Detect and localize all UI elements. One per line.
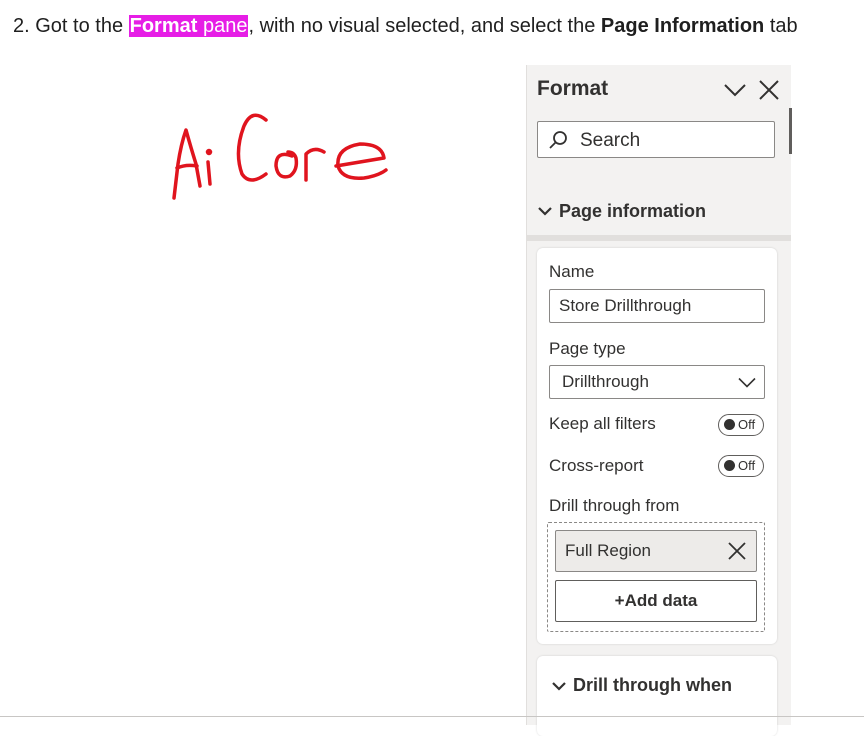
section2-label: Drill through when xyxy=(573,675,732,695)
name-value: Store Drillthrough xyxy=(559,296,692,315)
divider xyxy=(527,235,791,241)
section-drill-through-when[interactable]: Drill through when xyxy=(551,675,732,696)
format-pane-highlight: Format pane xyxy=(128,15,249,37)
instruction-suffix: tab xyxy=(764,15,798,37)
add-data-button[interactable]: +Add data xyxy=(555,580,757,622)
highlight-bold: Format xyxy=(129,15,198,37)
toggle-knob xyxy=(724,419,735,430)
instruction-text: 2. Got to the Format pane, with no visua… xyxy=(13,14,798,38)
name-field[interactable]: Store Drillthrough xyxy=(549,289,765,323)
scrollbar[interactable] xyxy=(789,108,792,154)
cross-report-state: Off xyxy=(738,458,756,473)
remove-field-icon[interactable] xyxy=(728,542,746,560)
add-data-label: +Add data xyxy=(614,591,698,610)
page-type-value: Drillthrough xyxy=(562,372,649,391)
pane-title: Format xyxy=(537,77,609,100)
bottom-divider xyxy=(0,716,864,717)
format-pane: Format Search Page information Name Stor… xyxy=(526,65,791,736)
chevron-down-icon xyxy=(552,681,566,691)
drill-field-name: Full Region xyxy=(565,541,651,560)
keep-filters-toggle[interactable]: Off xyxy=(718,414,764,436)
toggle-knob xyxy=(724,460,735,471)
search-input[interactable]: Search xyxy=(537,121,775,158)
section-label: Page information xyxy=(559,200,707,221)
cross-report-toggle[interactable]: Off xyxy=(718,455,764,477)
keep-filters-label: Keep all filters xyxy=(549,414,656,433)
instruction-prefix: 2. Got to the xyxy=(13,15,129,37)
drill-through-when-card[interactable]: Drill through when xyxy=(537,656,777,736)
chevron-down-icon xyxy=(538,207,552,216)
ai-core-handwritten-logo xyxy=(172,113,388,200)
name-label: Name xyxy=(549,262,595,281)
collapse-chevron-icon[interactable] xyxy=(723,79,747,101)
search-placeholder: Search xyxy=(580,130,641,151)
page-type-dropdown[interactable]: Drillthrough xyxy=(549,365,765,399)
drill-field-chip[interactable]: Full Region xyxy=(555,530,757,572)
chevron-down-icon xyxy=(738,377,756,388)
drill-from-label: Drill through from xyxy=(549,496,680,515)
close-icon[interactable] xyxy=(757,78,781,102)
instruction-bold-tab: Page Information xyxy=(600,15,765,37)
cross-report-label: Cross-report xyxy=(549,456,644,475)
instruction-middle: , with no visual selected, and select th… xyxy=(248,15,601,37)
drill-through-drop-area[interactable]: Full Region +Add data xyxy=(547,522,765,632)
highlight-rest: pane xyxy=(197,15,248,37)
section-page-information[interactable]: Page information xyxy=(537,199,706,223)
search-icon xyxy=(549,131,567,149)
page-information-card: Name Store Drillthrough Page type Drillt… xyxy=(537,248,777,644)
page-type-label: Page type xyxy=(549,339,626,358)
keep-filters-state: Off xyxy=(738,417,756,432)
